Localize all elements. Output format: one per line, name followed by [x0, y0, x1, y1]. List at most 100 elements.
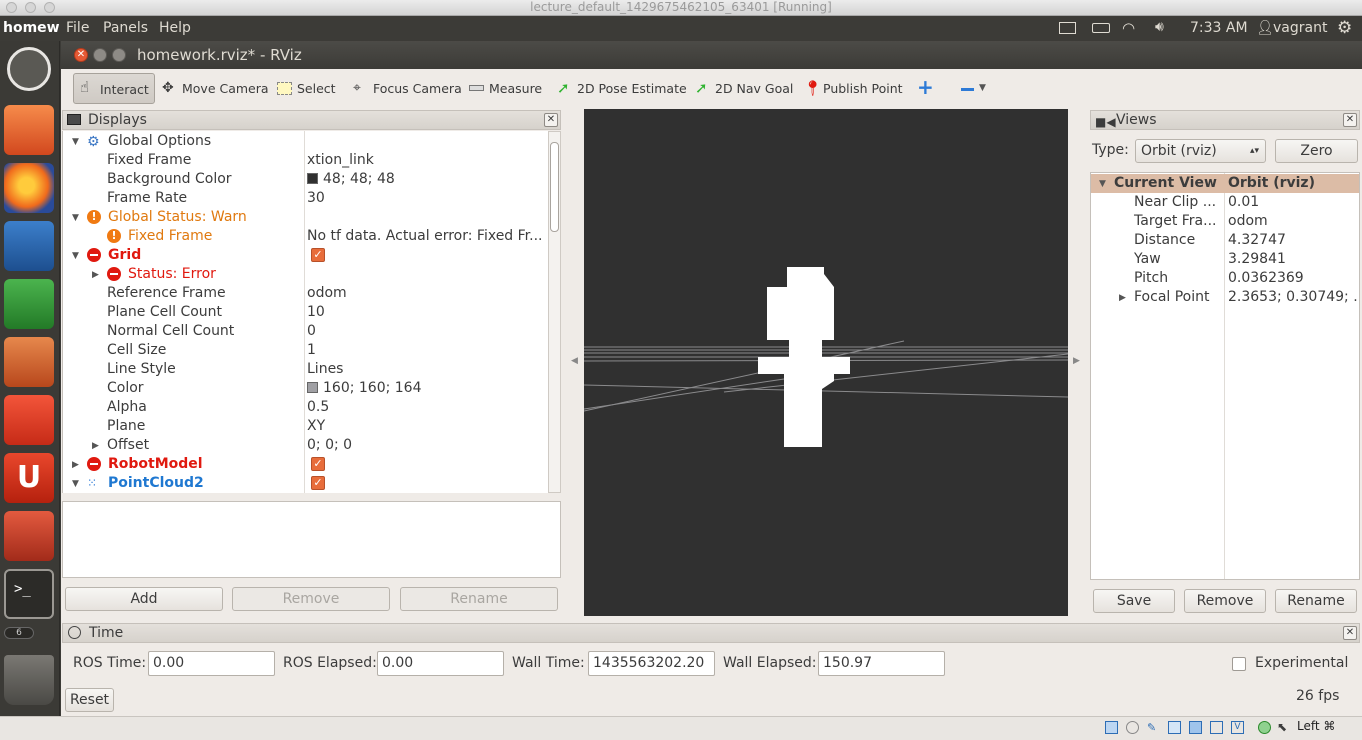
tree-row-frame-rate[interactable]: Frame Rate 30 — [63, 189, 548, 208]
tree-row-pointcloud2[interactable]: ▼ ⁙ PointCloud2 ✓ — [63, 474, 548, 493]
robot-model-checkbox[interactable]: ✓ — [311, 457, 325, 471]
wall-time-field[interactable]: 1435563202.20 — [588, 651, 715, 676]
prop-value[interactable]: 48; 48; 48 — [323, 171, 395, 187]
focus-camera-tool[interactable]: ⌖ Focus Camera — [347, 73, 462, 104]
tree-row-normal-cell-count[interactable]: Normal Cell Count 0 — [63, 322, 548, 341]
mail-icon[interactable] — [1059, 22, 1076, 34]
add-display-button[interactable]: Add — [65, 587, 223, 611]
hdd-icon[interactable] — [1105, 721, 1118, 734]
prop-value[interactable]: XY — [307, 417, 325, 436]
prop-value[interactable]: 0 — [307, 322, 316, 341]
tree-row-global-options[interactable]: ▼ ⚙ Global Options — [63, 132, 548, 151]
views-row-current-view[interactable]: ▼ Current View Orbit (rviz) — [1091, 174, 1359, 193]
tree-row-plane-cell-count[interactable]: Plane Cell Count 10 — [63, 303, 548, 322]
display-icon[interactable] — [1189, 721, 1202, 734]
grid-checkbox[interactable]: ✓ — [311, 248, 325, 262]
chevron-down-icon[interactable]: ▼ — [979, 83, 986, 93]
gear-icon[interactable]: ⚙ — [1337, 18, 1352, 38]
tree-row-grid[interactable]: ▼ Grid ✓ — [63, 246, 548, 265]
remove-view-button[interactable]: Remove — [1184, 589, 1266, 613]
select-tool[interactable]: Select — [271, 73, 336, 104]
pose-estimate-tool[interactable]: ➚ 2D Pose Estimate — [551, 73, 687, 104]
volume-icon[interactable]: 🔊︎ — [1155, 19, 1164, 35]
close-icon[interactable]: ✕ — [1343, 626, 1357, 640]
tree-row-grid-status[interactable]: ▶ Status: Error — [63, 265, 548, 284]
menu-help[interactable]: Help — [159, 20, 191, 36]
rename-view-button[interactable]: Rename — [1275, 589, 1357, 613]
views-row-focal-point[interactable]: ▶ Focal Point 2.3653; 0.30749; ... — [1091, 288, 1359, 307]
menu-file[interactable]: File — [66, 20, 89, 36]
ubuntu-one-icon[interactable]: U — [4, 453, 54, 503]
menu-panels[interactable]: Panels — [103, 20, 148, 36]
tree-row-global-status[interactable]: ▼ ! Global Status: Warn — [63, 208, 548, 227]
window-minimize-button[interactable] — [93, 48, 107, 62]
pointcloud2-checkbox[interactable]: ✓ — [311, 476, 325, 490]
view-type-select[interactable]: Orbit (rviz) ▴▾ — [1135, 139, 1266, 163]
collapse-left-icon[interactable]: ◀ — [571, 356, 578, 366]
remove-display-button[interactable]: Remove — [232, 587, 390, 611]
tree-row-offset[interactable]: ▶ Offset 0; 0; 0 — [63, 436, 548, 455]
color-swatch[interactable] — [307, 382, 318, 393]
vm-close-button[interactable] — [6, 2, 17, 13]
files-icon[interactable] — [4, 105, 54, 155]
publish-point-tool[interactable]: 📍︎ Publish Point — [797, 73, 903, 104]
views-row-target-frame[interactable]: Target Fra... odom — [1091, 212, 1359, 231]
settings-icon[interactable] — [4, 511, 54, 561]
prop-value[interactable]: 0.5 — [307, 398, 329, 417]
impress-icon[interactable] — [4, 337, 54, 387]
tree-row-plane[interactable]: Plane XY — [63, 417, 548, 436]
writer-icon[interactable] — [4, 221, 54, 271]
prop-value[interactable]: 0.0362369 — [1228, 269, 1304, 288]
views-row-yaw[interactable]: Yaw 3.29841 — [1091, 250, 1359, 269]
tree-row-line-style[interactable]: Line Style Lines — [63, 360, 548, 379]
prop-value[interactable]: 4.32747 — [1228, 231, 1286, 250]
tree-row-alpha[interactable]: Alpha 0.5 — [63, 398, 548, 417]
tree-row-reference-frame[interactable]: Reference Frame odom — [63, 284, 548, 303]
prop-value[interactable]: 10 — [307, 303, 325, 322]
tree-row-fixed-frame[interactable]: Fixed Frame xtion_link — [63, 151, 548, 170]
prop-value[interactable]: 0.01 — [1228, 193, 1259, 212]
prop-value[interactable]: Lines — [307, 360, 343, 379]
interact-tool[interactable]: ☝ Interact — [73, 73, 155, 104]
terminal-icon[interactable]: >_ — [4, 569, 54, 619]
views-row-distance[interactable]: Distance 4.32747 — [1091, 231, 1359, 250]
remove-tool-icon[interactable] — [961, 88, 974, 91]
clock[interactable]: 7:33 AM — [1190, 20, 1248, 36]
tree-row-background-color[interactable]: Background Color 48; 48; 48 — [63, 170, 548, 189]
prop-value[interactable]: 2.3653; 0.30749; ... — [1228, 288, 1359, 307]
software-center-icon[interactable] — [4, 395, 54, 445]
prop-value[interactable]: 30 — [307, 189, 325, 208]
tree-row-robot-model[interactable]: ▶ RobotModel ✓ — [63, 455, 548, 474]
add-tool-icon[interactable]: + — [917, 77, 934, 97]
vm-zoom-button[interactable] — [44, 2, 55, 13]
ros-time-field[interactable]: 0.00 — [148, 651, 275, 676]
close-icon[interactable]: ✕ — [544, 113, 558, 127]
vm-minimize-button[interactable] — [25, 2, 36, 13]
calc-icon[interactable] — [4, 279, 54, 329]
prop-value[interactable]: 3.29841 — [1228, 250, 1286, 269]
save-view-button[interactable]: Save — [1093, 589, 1175, 613]
measure-tool[interactable]: Measure — [463, 73, 542, 104]
shared-folder-icon[interactable] — [1168, 721, 1181, 734]
move-camera-tool[interactable]: ✥ Move Camera — [156, 73, 269, 104]
scrollbar-thumb[interactable] — [550, 142, 559, 232]
window-close-button[interactable]: ✕ — [74, 48, 88, 62]
firefox-icon[interactable] — [4, 163, 54, 213]
prop-value[interactable]: 160; 160; 164 — [323, 380, 422, 396]
wall-elapsed-field[interactable]: 150.97 — [818, 651, 945, 676]
render-view[interactable] — [584, 109, 1068, 616]
collapse-right-icon[interactable]: ▶ — [1073, 356, 1080, 366]
close-icon[interactable]: ✕ — [1343, 113, 1357, 127]
trash-icon[interactable] — [4, 655, 54, 705]
prop-value[interactable]: xtion_link — [307, 151, 374, 170]
views-row-pitch[interactable]: Pitch 0.0362369 — [1091, 269, 1359, 288]
integration-icon[interactable] — [1258, 721, 1271, 734]
ubuntu-dash-icon[interactable] — [7, 47, 51, 91]
prop-value[interactable]: odom — [1228, 212, 1268, 231]
recording-icon[interactable]: V — [1231, 721, 1244, 734]
reset-button[interactable]: Reset — [65, 688, 114, 712]
tree-row-color[interactable]: Color 160; 160; 164 — [63, 379, 548, 398]
prop-value[interactable]: odom — [307, 284, 347, 303]
color-swatch[interactable] — [307, 173, 318, 184]
experimental-checkbox[interactable] — [1232, 657, 1246, 671]
